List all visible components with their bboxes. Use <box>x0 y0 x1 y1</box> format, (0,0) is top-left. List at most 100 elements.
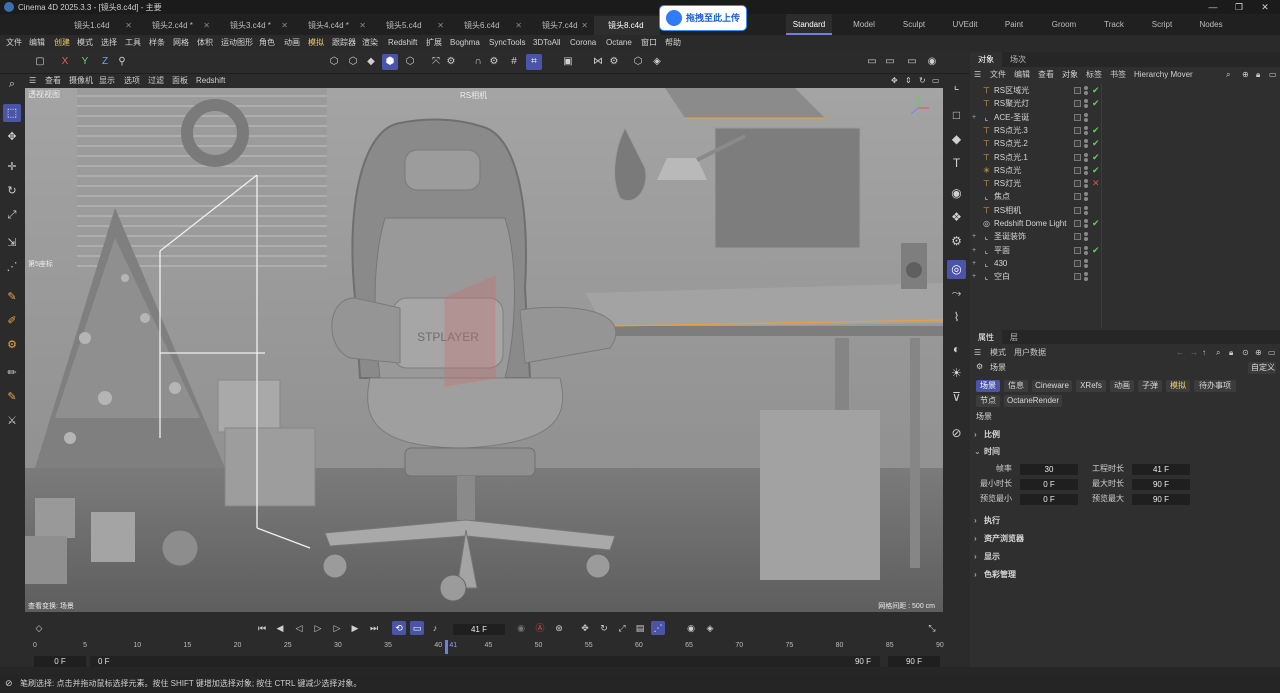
om-menu-file[interactable]: 文件 <box>990 68 1006 82</box>
layout-tab-uvedit[interactable]: UVEdit <box>942 14 988 35</box>
enabled-check-icon[interactable]: ✔ <box>1092 217 1100 230</box>
object-name[interactable]: RS点光.3 <box>994 124 1028 137</box>
object-row[interactable]: + ⌞ 空白 <box>970 270 1280 283</box>
menu-redshift[interactable]: Redshift <box>388 35 417 50</box>
keyframe-selection-icon[interactable]: ⊛ <box>552 621 566 635</box>
close-icon[interactable]: ✕ <box>125 16 132 35</box>
axis-z-button[interactable]: Z <box>97 54 113 70</box>
prev-key-icon[interactable]: ◀ <box>273 621 287 635</box>
info-tab-button[interactable]: 信息 <box>1004 380 1028 392</box>
field-icon[interactable]: ◎ <box>947 260 966 279</box>
expand-toggle-icon[interactable]: + <box>972 244 980 257</box>
zoom-icon[interactable]: ⇕ <box>905 74 912 88</box>
expand-toggle-icon[interactable]: + <box>972 270 980 283</box>
object-name[interactable]: RS点光.2 <box>994 137 1028 150</box>
menu-mesh[interactable]: 网格 <box>173 35 189 50</box>
enabled-check-icon[interactable]: ✔ <box>1092 84 1100 97</box>
layer-checkbox[interactable] <box>1074 273 1081 281</box>
group-scale[interactable]: › 比例 <box>974 428 1000 442</box>
go-to-start-icon[interactable]: ⏮ <box>255 621 269 635</box>
key-point-icon[interactable]: ⋰ <box>651 621 665 635</box>
doc-tab[interactable]: 镜头3.c4d * ✕ <box>216 16 294 35</box>
camera-icon[interactable]: ◐ <box>947 340 966 359</box>
snap-settings-icon[interactable]: ⚙ <box>486 54 502 70</box>
octanerender-tab-button[interactable]: OctaneRender <box>1004 395 1062 407</box>
transform-tool-icon[interactable]: ⇲ <box>3 234 21 252</box>
object-name[interactable]: RS点光 <box>994 164 1021 177</box>
layer-checkbox[interactable] <box>1074 126 1081 134</box>
new-window-icon[interactable]: ▭ <box>1269 68 1277 82</box>
close-icon[interactable]: ✕ <box>359 16 366 35</box>
layout-tab-track[interactable]: Track <box>1092 14 1136 35</box>
uv-mode-icon[interactable]: ⬡ <box>402 54 418 70</box>
preview-range-icon[interactable]: ▭ <box>410 621 424 635</box>
group-execute[interactable]: › 执行 <box>974 514 1000 528</box>
menu-tracker[interactable]: 跟踪器 <box>332 35 356 50</box>
object-row[interactable]: ✳ RS点光 ✔ <box>970 164 1280 177</box>
menu-tools[interactable]: 工具 <box>125 35 141 50</box>
octane-icon[interactable]: ⬡ <box>630 54 646 70</box>
doc-tab[interactable]: 镜头1.c4d ✕ <box>60 16 138 35</box>
object-name[interactable]: 圣诞装饰 <box>994 230 1026 243</box>
next-key-icon[interactable]: ▶ <box>348 621 362 635</box>
nurbs-generator-icon[interactable]: ◉ <box>947 184 966 203</box>
tab-attributes[interactable]: 属性 <box>970 330 1002 345</box>
menu-create[interactable]: 创建 <box>54 35 70 50</box>
orbit-icon[interactable]: ↻ <box>919 74 926 88</box>
object-row[interactable]: ⊤ RS区域光 ✔ <box>970 84 1280 97</box>
menu-help[interactable]: 帮助 <box>665 35 681 50</box>
menu-window[interactable]: 窗口 <box>641 35 657 50</box>
todo-tab-button[interactable]: 待办事项 <box>1194 380 1236 392</box>
visibility-dots-icon[interactable] <box>1084 99 1088 109</box>
polygons-mode-icon[interactable]: ◆ <box>363 54 379 70</box>
grid-snap-icon[interactable]: # <box>506 54 522 70</box>
viewport-menu-display[interactable]: 显示 <box>99 74 115 88</box>
object-row[interactable]: ⊤ RS点光.2 ✔ <box>970 137 1280 150</box>
object-name[interactable]: 平面 <box>994 244 1010 257</box>
timeline-start-field[interactable]: 0 F <box>34 656 86 667</box>
viewport-menu-redshift[interactable]: Redshift <box>196 74 225 88</box>
tab-layers[interactable]: 层 <box>1002 330 1026 345</box>
floor-icon[interactable]: ⊽ <box>947 388 966 407</box>
points-mode-icon[interactable]: ⬡ <box>326 54 342 70</box>
visibility-dots-icon[interactable] <box>1084 112 1088 122</box>
cube-primitive-icon[interactable]: □ <box>947 106 966 125</box>
viewport-3d[interactable]: STPLAYER 透视视图 RS相机 第5座标 查看变换: 场景 网格间距 : … <box>25 88 943 612</box>
doc-tab[interactable]: 镜头7.c4d ✕ <box>528 16 594 35</box>
object-name[interactable]: 焦点 <box>994 190 1010 203</box>
hamburger-icon[interactable]: ☰ <box>974 346 981 360</box>
search-icon[interactable]: ⌕ <box>1216 346 1220 360</box>
autokey-icon[interactable]: Ⓐ <box>533 621 547 635</box>
bullet-tab-button[interactable]: 子弹 <box>1138 380 1162 392</box>
enabled-check-icon[interactable]: ✔ <box>1092 151 1100 164</box>
om-menu-edit[interactable]: 编辑 <box>1014 68 1030 82</box>
visibility-dots-icon[interactable] <box>1084 152 1088 162</box>
custom-preset-dropdown[interactable]: 自定义 <box>1248 362 1276 374</box>
3d-cube-icon[interactable]: ◆ <box>947 130 966 149</box>
symmetry-settings-icon[interactable]: ⚙ <box>606 54 622 70</box>
doc-tab[interactable]: 镜头5.c4d ✕ <box>372 16 450 35</box>
menu-boghma[interactable]: Boghma <box>450 35 480 50</box>
settings-icon[interactable]: ⊕ <box>1255 346 1262 360</box>
select-tool-icon[interactable]: ⬚ <box>3 104 21 122</box>
object-name[interactable]: RS点光.1 <box>994 151 1028 164</box>
project-length-field[interactable]: 41 F <box>1132 464 1190 475</box>
close-icon[interactable]: ✕ <box>1252 0 1278 14</box>
lock-icon[interactable]: 🔒︎ <box>1256 68 1260 82</box>
cloud-icon[interactable]: ◈ <box>649 54 665 70</box>
snap-tool-icon[interactable]: ⋰ <box>3 258 21 276</box>
key-scale-icon[interactable]: ⤢ <box>615 621 629 635</box>
close-icon[interactable]: ✕ <box>581 16 588 35</box>
disabled-cross-icon[interactable]: ✕ <box>1092 177 1100 190</box>
menu-corona[interactable]: Corona <box>570 35 596 50</box>
group-time[interactable]: ⌄ 时间 <box>974 445 1000 459</box>
om-menu-hierarchy-mover[interactable]: Hierarchy Mover <box>1134 68 1193 82</box>
locked-workplane-icon[interactable]: ▣ <box>560 54 576 70</box>
close-icon[interactable]: ✕ <box>203 16 210 35</box>
layer-checkbox[interactable] <box>1074 140 1081 148</box>
spline-pen-icon[interactable]: ✎ <box>3 288 21 306</box>
object-row[interactable]: ⊤ RS点光.3 ✔ <box>970 124 1280 137</box>
up-arrow-icon[interactable]: ↑ <box>1202 346 1206 360</box>
doc-tab-active[interactable]: 镜头8.c4d <box>594 16 660 35</box>
layer-checkbox[interactable] <box>1074 180 1081 188</box>
